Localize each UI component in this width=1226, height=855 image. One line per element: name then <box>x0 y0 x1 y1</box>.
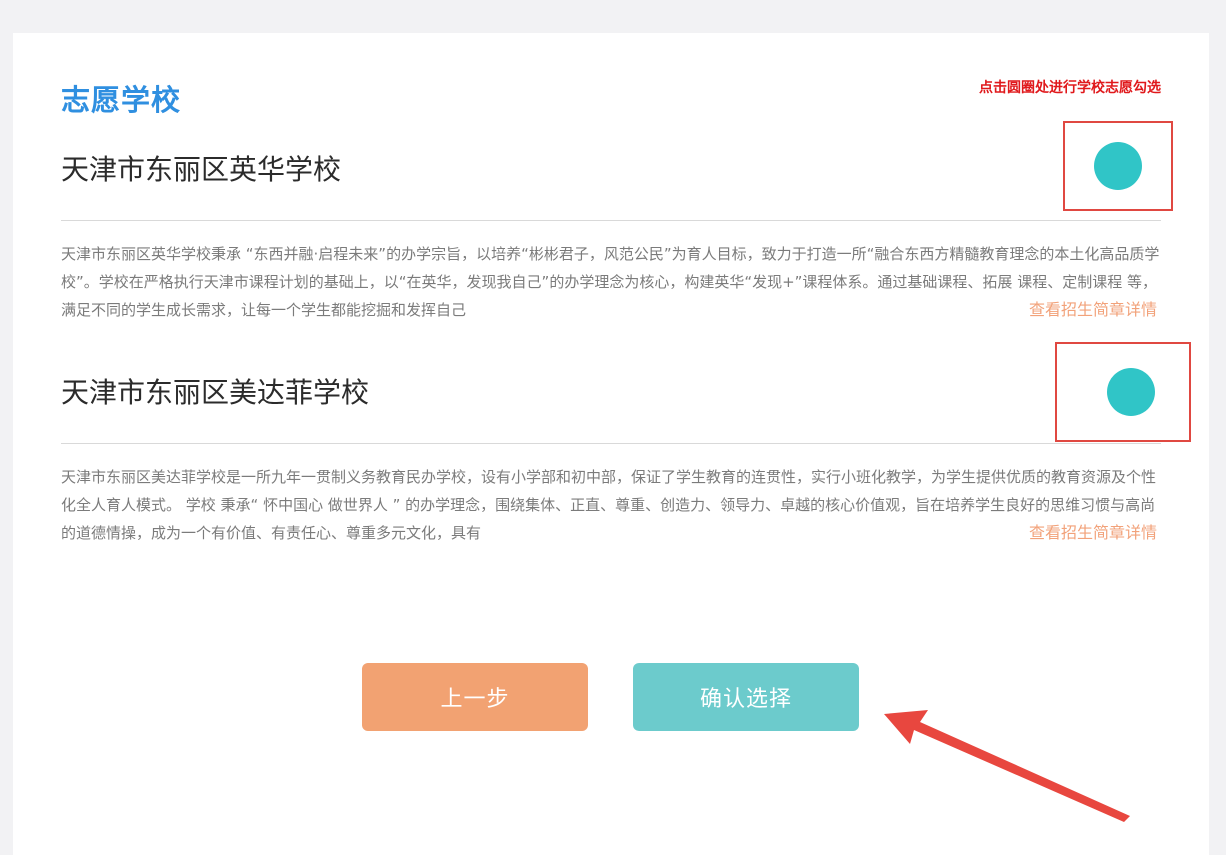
view-admission-details-link[interactable]: 查看招生简章详情 <box>1020 519 1157 547</box>
previous-step-button[interactable]: 上一步 <box>362 663 588 731</box>
school-description-text: 天津市东丽区美达菲学校是一所九年一贯制义务教育民办学校，设有小学部和初中部，保证… <box>61 468 1157 542</box>
school-select-radio[interactable] <box>1107 368 1155 416</box>
school-description: 天津市东丽区美达菲学校是一所九年一贯制义务教育民办学校，设有小学部和初中部，保证… <box>61 463 1161 547</box>
radio-highlight-box <box>1063 121 1173 211</box>
section-title: 志愿学校 <box>61 83 182 117</box>
school-description-text: 天津市东丽区英华学校秉承 “东西并融·启程未来”的办学宗旨，以培养“彬彬君子，风… <box>61 245 1160 319</box>
annotation-arrow-icon <box>884 710 1130 822</box>
school-name: 天津市东丽区美达菲学校 <box>61 376 370 409</box>
school-description: 天津市东丽区英华学校秉承 “东西并融·启程未来”的办学宗旨，以培养“彬彬君子，风… <box>61 240 1161 324</box>
school-name: 天津市东丽区英华学校 <box>61 153 342 186</box>
confirm-selection-button[interactable]: 确认选择 <box>633 663 859 731</box>
radio-highlight-box <box>1055 342 1191 442</box>
view-admission-details-link[interactable]: 查看招生简章详情 <box>1020 296 1157 324</box>
school-select-radio[interactable] <box>1094 142 1142 190</box>
divider <box>61 220 1161 221</box>
selection-hint: 点击圆圈处进行学校志愿勾选 <box>979 80 1161 96</box>
divider <box>61 443 1161 444</box>
